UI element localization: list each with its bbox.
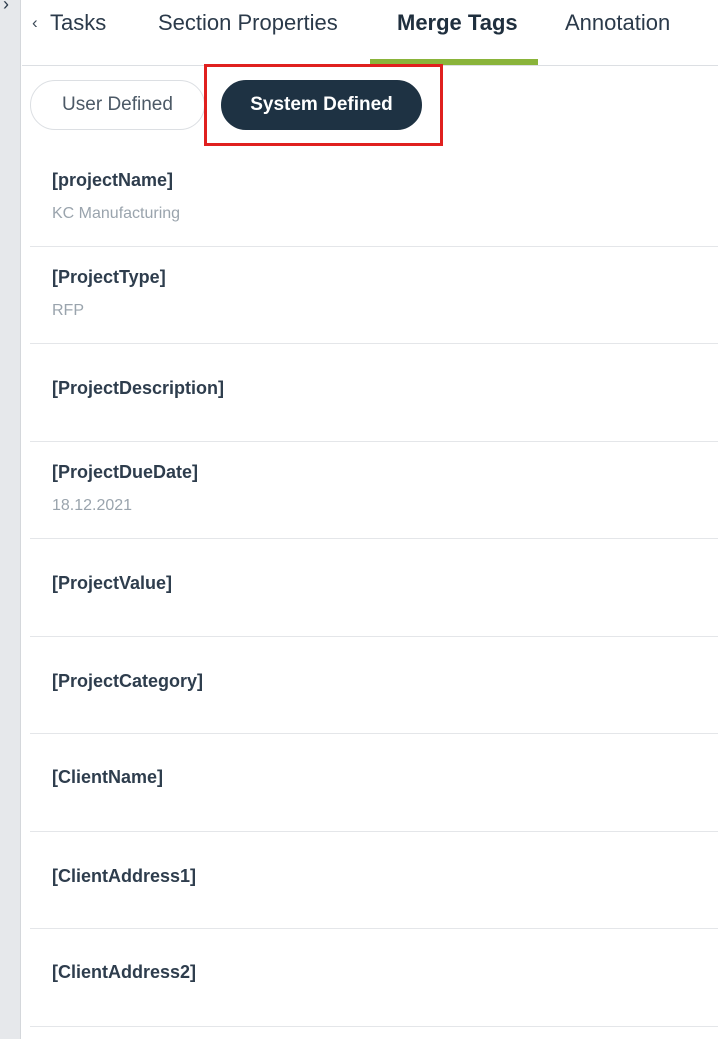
tag-name: [ProjectDueDate] bbox=[52, 462, 199, 482]
tab-tasks[interactable]: Tasks bbox=[50, 7, 106, 39]
tag-value: 18.12.2021 bbox=[52, 497, 133, 514]
tag-name: [ProjectType] bbox=[52, 267, 166, 287]
merge-tag-list: [projectName] KC Manufacturing [ProjectT… bbox=[30, 150, 718, 1027]
tag-value: RFP bbox=[52, 302, 84, 319]
list-item[interactable]: [ProjectDueDate] 18.12.2021 bbox=[30, 442, 718, 539]
list-item[interactable]: [ProjectDescription] bbox=[30, 344, 718, 442]
tab-section-properties[interactable]: Section Properties bbox=[158, 7, 338, 39]
list-item[interactable]: [ClientName] bbox=[30, 734, 718, 832]
merge-tags-panel: ‹ Tasks Section Properties Merge Tags An… bbox=[22, 0, 718, 1039]
tag-name: [ClientName] bbox=[52, 767, 164, 787]
list-item[interactable]: [ClientAddress1] bbox=[30, 832, 718, 929]
list-item[interactable]: [ProjectValue] bbox=[30, 539, 718, 637]
tab-bar: ‹ Tasks Section Properties Merge Tags An… bbox=[22, 0, 718, 66]
tab-merge-tags[interactable]: Merge Tags bbox=[397, 7, 518, 39]
chevron-left-icon[interactable]: ‹ bbox=[32, 8, 38, 38]
tab-annotation[interactable]: Annotation bbox=[565, 7, 670, 39]
tag-name: [ClientAddress1] bbox=[52, 866, 197, 886]
active-tab-indicator bbox=[370, 59, 538, 65]
user-defined-toggle[interactable]: User Defined bbox=[30, 80, 205, 130]
tag-name: [ProjectValue] bbox=[52, 573, 173, 593]
tag-name: [ProjectDescription] bbox=[52, 378, 225, 398]
tag-name: [projectName] bbox=[52, 170, 174, 190]
tag-name: [ClientAddress2] bbox=[52, 962, 197, 982]
list-item[interactable]: [ProjectCategory] bbox=[30, 637, 718, 734]
list-item[interactable]: [projectName] KC Manufacturing bbox=[30, 150, 718, 247]
tag-name: [ProjectCategory] bbox=[52, 671, 204, 691]
system-defined-toggle[interactable]: System Defined bbox=[221, 80, 422, 130]
tag-value: KC Manufacturing bbox=[52, 205, 181, 222]
collapsed-side-rail: › bbox=[0, 0, 21, 1039]
list-item[interactable]: [ProjectType] RFP bbox=[30, 247, 718, 344]
list-item[interactable]: [ClientAddress2] bbox=[30, 929, 718, 1027]
chevron-right-icon[interactable]: › bbox=[3, 0, 9, 14]
